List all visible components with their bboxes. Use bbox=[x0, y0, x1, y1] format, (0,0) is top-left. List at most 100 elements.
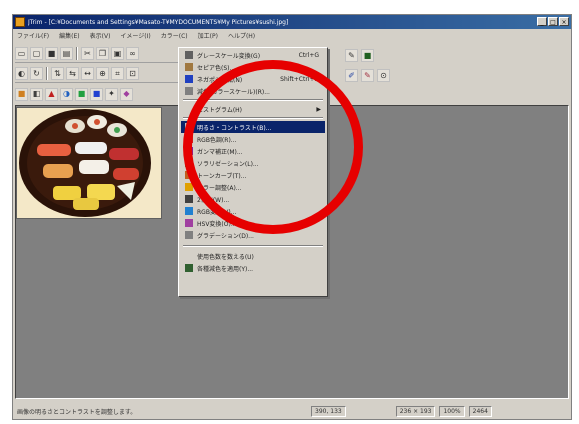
status-size: 236 × 193 bbox=[395, 405, 436, 417]
menu-item-solarization[interactable]: ソラリゼーション(L)... bbox=[181, 157, 325, 169]
menu-item-label: HSV変換(O)... bbox=[197, 220, 237, 228]
right-toolbar-bottom: ✐ ✎ ⊙ bbox=[345, 69, 390, 82]
toolbar-row-1: ▭ ▢ ■ ▤ ✂ ❐ ▣ ∞ bbox=[15, 45, 185, 63]
zoom-icon[interactable]: ⊕ bbox=[96, 67, 109, 80]
open-icon[interactable]: ▢ bbox=[30, 47, 43, 60]
menu-item-rgb-tone[interactable]: RGB色調(R)... bbox=[181, 133, 325, 145]
palette-icon[interactable]: ◆ bbox=[120, 87, 133, 101]
eyedropper-icon[interactable]: ✎ bbox=[345, 49, 358, 62]
menu-item-apply-reduce[interactable]: 各種減色を適用(Y)... bbox=[181, 262, 325, 274]
grayscale-icon bbox=[185, 51, 193, 59]
count-colors-icon bbox=[185, 252, 193, 260]
toolbar-separator bbox=[76, 47, 78, 60]
menu-edit[interactable]: 編集(E) bbox=[59, 31, 79, 40]
red-icon[interactable]: ▲ bbox=[45, 87, 58, 101]
gradation-icon bbox=[185, 231, 193, 239]
menu-process[interactable]: 加工(P) bbox=[198, 31, 218, 40]
menu-item-gradation[interactable]: グラデーション(D)... bbox=[181, 229, 325, 241]
menu-view[interactable]: 表示(V) bbox=[90, 31, 111, 40]
window-controls: _ □ × bbox=[537, 17, 569, 26]
grayscale-icon[interactable]: ◐ bbox=[15, 67, 28, 80]
menu-item-histogram[interactable]: ヒストグラム(H) ▶ bbox=[181, 103, 325, 115]
menu-item-label: ソラリゼーション(L)... bbox=[197, 160, 259, 168]
menu-item-negative[interactable]: ネガポジ反転(N) Shift+Ctrl+N bbox=[181, 73, 325, 85]
gamma-icon bbox=[185, 147, 193, 155]
menu-image[interactable]: イメージ(I) bbox=[120, 31, 150, 40]
mirror-icon[interactable]: ⇆ bbox=[66, 67, 79, 80]
negative-icon bbox=[185, 75, 193, 83]
menu-item-gamma[interactable]: ガンマ補正(M)... bbox=[181, 145, 325, 157]
layer-icon[interactable]: ■ bbox=[361, 49, 374, 62]
copy-icon[interactable]: ❐ bbox=[96, 47, 109, 60]
menu-item-sepia[interactable]: セピア色(S)... bbox=[181, 61, 325, 73]
menu-item-rgb-convert[interactable]: RGB変換(V)... bbox=[181, 205, 325, 217]
sushi-image[interactable] bbox=[16, 107, 162, 219]
menu-item-count-colors[interactable]: 使用色数を数える(U) bbox=[181, 250, 325, 262]
pen-icon[interactable]: ✐ bbox=[345, 69, 358, 82]
color-icon[interactable]: ■ bbox=[15, 87, 28, 101]
menu-item-shortcut: Ctrl+G bbox=[298, 51, 319, 59]
status-message: 画像の明るさとコントラストを調整します。 bbox=[17, 408, 137, 416]
menu-separator bbox=[183, 99, 323, 101]
menu-item-reduce-color[interactable]: 減色(カラースケール)(R)... bbox=[181, 85, 325, 97]
menu-file[interactable]: ファイル(F) bbox=[17, 31, 49, 40]
green-icon[interactable]: ■ bbox=[75, 87, 88, 101]
menu-item-label: ヒストグラム(H) bbox=[197, 106, 243, 114]
new-icon[interactable]: ▭ bbox=[15, 47, 28, 60]
status-bar: 画像の明るさとコントラストを調整します。 390, 133 236 × 193 … bbox=[13, 403, 571, 419]
menu-item-label: RGB変換(V)... bbox=[197, 208, 237, 216]
save-icon[interactable]: ■ bbox=[45, 47, 58, 60]
menu-item-label: カラー調整(A)... bbox=[197, 184, 242, 192]
apply-reduce-icon bbox=[185, 264, 193, 272]
contrast-icon[interactable]: ◑ bbox=[60, 87, 73, 101]
binarize-icon bbox=[185, 195, 193, 203]
hsv-convert-icon bbox=[185, 219, 193, 227]
menu-item-label: ネガポジ反転(N) bbox=[197, 76, 243, 84]
resize-icon[interactable]: ⊡ bbox=[126, 67, 139, 80]
rgb-tone-icon bbox=[185, 135, 193, 143]
tone-curve-icon bbox=[185, 171, 193, 179]
brightness-icon[interactable]: ◧ bbox=[30, 87, 43, 101]
minimize-button[interactable]: _ bbox=[537, 17, 547, 26]
brush-icon[interactable]: ✎ bbox=[361, 69, 374, 82]
menu-item-brightness-contrast[interactable]: 明るさ・コントラスト(B)... bbox=[181, 121, 325, 133]
toolbar-separator bbox=[46, 67, 48, 80]
close-button[interactable]: × bbox=[559, 17, 569, 26]
menu-separator bbox=[183, 117, 323, 119]
reduce-color-icon bbox=[185, 87, 193, 95]
menu-item-tone-curve[interactable]: トーンカーブ(T)... bbox=[181, 169, 325, 181]
sushi-photo bbox=[17, 108, 161, 218]
maximize-button[interactable]: □ bbox=[548, 17, 558, 26]
stamp-icon[interactable]: ⊙ bbox=[377, 69, 390, 82]
binoculars-icon[interactable]: ∞ bbox=[126, 47, 139, 60]
brightness-contrast-icon bbox=[185, 123, 193, 131]
menu-item-hsv-convert[interactable]: HSV変換(O)... bbox=[181, 217, 325, 229]
menu-help[interactable]: ヘルプ(H) bbox=[228, 31, 255, 40]
menu-item-label: グレースケール変換(G) bbox=[197, 52, 261, 60]
toolbar-row-2: ◐ ↻ ⇅ ⇆ ↔ ⊕ ⌗ ⊡ bbox=[15, 65, 185, 83]
menu-item-label: セピア色(S)... bbox=[197, 64, 236, 72]
flip-icon[interactable]: ⇅ bbox=[51, 67, 64, 80]
status-zoom: 100% bbox=[439, 405, 465, 417]
menu-item-label: 減色(カラースケール)(R)... bbox=[197, 88, 270, 96]
menu-item-label: 2値化(W)... bbox=[197, 196, 230, 204]
blue-icon[interactable]: ■ bbox=[90, 87, 103, 101]
title-bar[interactable]: JTrim - [C:¥Documents and Settings¥Masat… bbox=[13, 15, 571, 29]
magic-icon[interactable]: ✦ bbox=[105, 87, 118, 101]
paste-icon[interactable]: ▣ bbox=[111, 47, 124, 60]
color-menu-dropdown: グレースケール変換(G) Ctrl+G セピア色(S)... ネガポジ反転(N)… bbox=[178, 47, 328, 297]
crop-icon[interactable]: ⌗ bbox=[111, 67, 124, 80]
arrow-icon[interactable]: ↔ bbox=[81, 67, 94, 80]
sepia-icon bbox=[185, 63, 193, 71]
print-icon[interactable]: ▤ bbox=[60, 47, 73, 60]
rotate-icon[interactable]: ↻ bbox=[30, 67, 43, 80]
menu-item-label: グラデーション(D)... bbox=[197, 232, 254, 240]
status-coords: 390, 133 bbox=[311, 405, 346, 417]
menu-item-binarize[interactable]: 2値化(W)... bbox=[181, 193, 325, 205]
toolbar-row-3: ■ ◧ ▲ ◑ ■ ■ ✦ ◆ bbox=[15, 85, 185, 103]
menu-bar: ファイル(F) 編集(E) 表示(V) イメージ(I) カラー(C) 加工(P)… bbox=[13, 29, 571, 41]
cut-icon[interactable]: ✂ bbox=[81, 47, 94, 60]
menu-item-color-adjust[interactable]: カラー調整(A)... bbox=[181, 181, 325, 193]
menu-item-grayscale[interactable]: グレースケール変換(G) Ctrl+G bbox=[181, 49, 325, 61]
menu-color[interactable]: カラー(C) bbox=[161, 31, 188, 40]
